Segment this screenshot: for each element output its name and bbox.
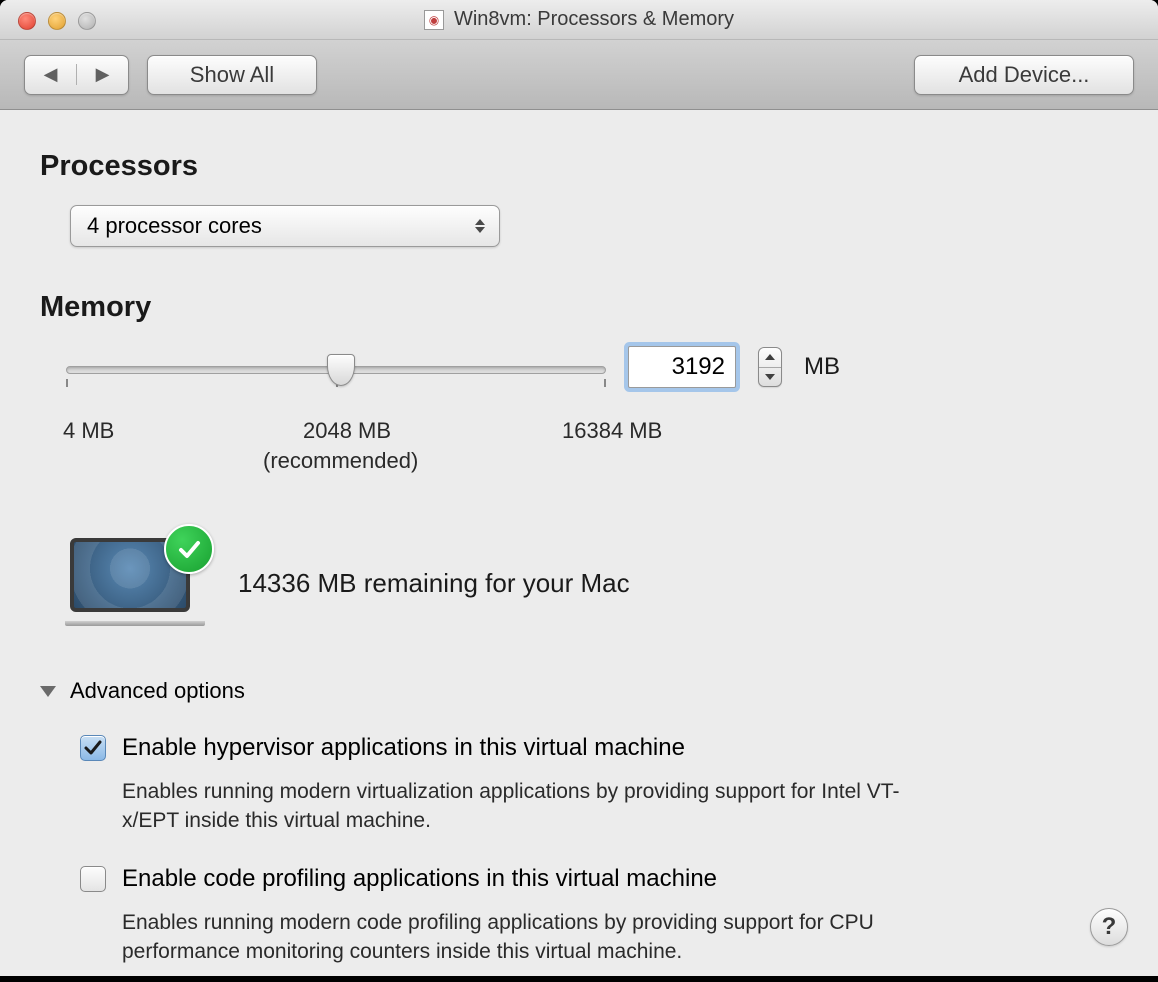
help-button[interactable]: ?: [1090, 908, 1128, 946]
memory-stepper-down[interactable]: [759, 368, 781, 387]
checkmark-badge-icon: [164, 524, 214, 574]
close-window-button[interactable]: [18, 12, 36, 30]
hypervisor-checkbox[interactable]: [80, 735, 106, 761]
memory-heading: Memory: [40, 291, 1118, 324]
macbook-icon: [70, 538, 200, 628]
memory-slider[interactable]: [66, 360, 606, 374]
window-title: ◉ Win8vm: Processors & Memory: [424, 8, 734, 31]
memory-mid-label: 2048 MB: [303, 418, 391, 444]
back-button[interactable]: ◀: [25, 64, 77, 85]
hypervisor-option: Enable hypervisor applications in this v…: [80, 732, 1118, 835]
content-area: Processors 4 processor cores Memory: [0, 110, 1158, 976]
profiling-checkbox[interactable]: [80, 866, 106, 892]
nav-back-forward: ◀ ▶: [24, 55, 129, 95]
memory-remaining-label: 14336 MB remaining for your Mac: [238, 568, 630, 599]
profiling-option: Enable code profiling applications in th…: [80, 863, 1118, 966]
hypervisor-label: Enable hypervisor applications in this v…: [122, 732, 952, 764]
memory-max-label: 16384 MB: [562, 418, 662, 444]
memory-stepper-up[interactable]: [759, 348, 781, 368]
memory-recommended-label: (recommended): [263, 448, 418, 474]
settings-window: ◉ Win8vm: Processors & Memory ◀ ▶ Show A…: [0, 0, 1158, 976]
vmware-icon: ◉: [424, 10, 444, 30]
zoom-window-button[interactable]: [78, 12, 96, 30]
forward-button[interactable]: ▶: [77, 64, 128, 85]
minimize-window-button[interactable]: [48, 12, 66, 30]
advanced-options-label: Advanced options: [70, 678, 245, 704]
hypervisor-description: Enables running modern virtualization ap…: [122, 778, 952, 835]
select-arrows-icon: [475, 219, 485, 233]
disclosure-triangle-icon: [40, 686, 56, 697]
toolbar: ◀ ▶ Show All Add Device...: [0, 40, 1158, 110]
window-controls: [18, 12, 96, 30]
memory-unit-label: MB: [804, 353, 840, 381]
add-device-button[interactable]: Add Device...: [914, 55, 1134, 95]
memory-min-label: 4 MB: [63, 418, 114, 444]
memory-input[interactable]: [628, 346, 736, 388]
memory-slider-row: MB: [66, 346, 1118, 388]
memory-remaining-row: 14336 MB remaining for your Mac: [70, 538, 1118, 628]
show-all-button[interactable]: Show All: [147, 55, 317, 95]
processor-cores-select[interactable]: 4 processor cores: [70, 205, 500, 247]
advanced-options-toggle[interactable]: Advanced options: [40, 678, 1118, 704]
memory-stepper: [758, 347, 782, 387]
processors-heading: Processors: [40, 150, 1118, 183]
profiling-description: Enables running modern code profiling ap…: [122, 909, 952, 966]
window-title-label: Win8vm: Processors & Memory: [454, 8, 734, 31]
processor-cores-value: 4 processor cores: [87, 213, 262, 239]
titlebar: ◉ Win8vm: Processors & Memory: [0, 0, 1158, 40]
profiling-label: Enable code profiling applications in th…: [122, 863, 952, 895]
memory-slider-thumb[interactable]: [327, 354, 355, 386]
memory-slider-labels: 4 MB 2048 MB (recommended) 16384 MB: [58, 418, 1118, 498]
